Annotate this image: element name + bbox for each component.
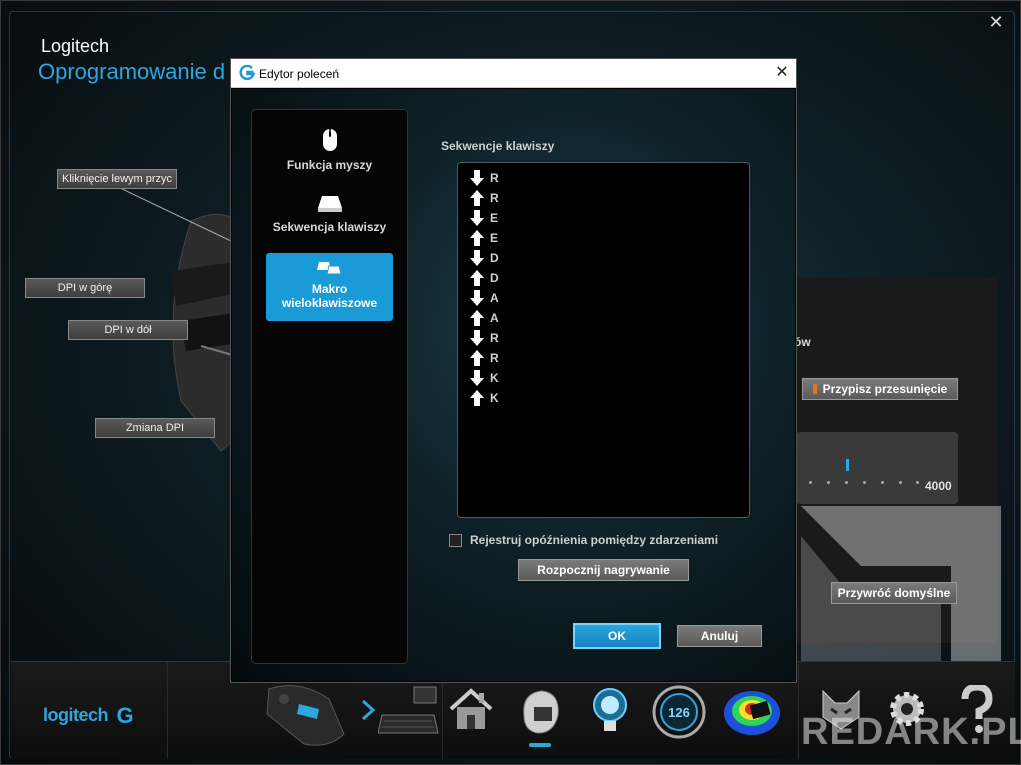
sequence-key-label: A [490,311,499,325]
brand-title: Logitech [41,36,110,56]
sequence-key-label: E [490,211,499,225]
key-down-arrow-icon [470,370,484,386]
key-down-arrow-icon [470,210,484,226]
sequence-key-label: R [490,171,499,185]
ok-button[interactable]: OK [573,623,661,649]
sequence-row[interactable]: R [470,169,499,187]
key-up-arrow-icon [470,310,484,326]
dpi-slider-thumb[interactable] [846,459,849,471]
logitech-g-icon [239,65,255,81]
dialog-close-button[interactable]: ✕ [772,63,792,83]
logitech-logo: logitech G [43,703,134,729]
key-up-arrow-icon [470,190,484,206]
sequence-key-label: R [490,331,499,345]
slider-tick [809,481,812,484]
key-up-arrow-icon [470,230,484,246]
mouse-device-icon[interactable] [259,679,349,749]
record-delays-checkbox[interactable] [449,534,462,547]
gauge-value-label: 126 [668,705,690,720]
callout-left-click[interactable]: Kliknięcie lewym przyc [57,169,177,189]
key-icon [317,196,342,212]
app-window: ✕ Logitech Oprogramowanie d Kliknięcie l… [0,0,1021,765]
callout-dpi-down[interactable]: DPI w dół [68,320,188,340]
watermark-text: REDARK.PL [801,711,1021,753]
sequence-key-label: R [490,191,499,205]
taskbar-divider [167,661,168,759]
sequence-key-label: K [490,371,499,385]
sequence-key-label: K [490,391,499,405]
logo-text: logitech [43,705,109,725]
keyboard-device-icon[interactable] [378,685,440,737]
taskbar-divider [798,661,799,759]
sequence-row[interactable]: R [470,329,499,347]
nav-key-sequence[interactable]: Sekwencja klawiszy [266,194,393,244]
sequence-key-label: D [490,271,499,285]
sequence-row[interactable]: E [470,209,498,227]
sequence-key-label: D [490,251,499,265]
sequence-row[interactable]: E [470,229,498,247]
sequence-label: Sekwencje klawiszy [441,139,555,153]
nav-label: Funkcja myszy [286,158,373,172]
dialog-titlebar: Edytor poleceń ✕ [231,59,796,88]
assign-shift-label: Przypisz przesunięcie [822,382,948,396]
slider-tick [845,481,848,484]
slider-tick [916,481,919,484]
slider-tick [827,481,830,484]
nav-label: Sekwencja klawiszy [272,220,387,234]
key-down-arrow-icon [470,250,484,266]
slider-tick [899,481,902,484]
app-close-button[interactable]: ✕ [987,13,1005,31]
key-up-arrow-icon [470,390,484,406]
sequence-row[interactable]: A [470,309,499,327]
active-tab-indicator [529,743,551,747]
sequence-row[interactable]: D [470,249,499,267]
command-editor-dialog: Edytor poleceń ✕ Funkcja myszy Sekwencja… [230,58,797,683]
key-down-arrow-icon [470,170,484,186]
shift-indicator-icon [812,384,817,394]
cancel-button[interactable]: Anuluj [677,625,762,647]
mouse-icon [322,129,337,151]
sequence-row[interactable]: D [470,269,499,287]
command-type-nav: Funkcja myszy Sekwencja klawiszy Makro w… [251,109,408,664]
key-down-arrow-icon [470,290,484,306]
next-arrow-icon[interactable] [361,699,375,721]
slider-tick [863,481,866,484]
sequence-row[interactable]: K [470,389,499,407]
key-sequence-list[interactable]: RREEDDAARRKK [457,162,750,518]
lighting-icon[interactable] [587,685,633,737]
home-icon[interactable] [447,685,495,733]
key-down-arrow-icon [470,330,484,346]
sequence-key-label: E [490,231,499,245]
slider-tick [881,481,884,484]
customize-buttons-icon[interactable] [514,685,564,737]
sequence-key-label: A [490,291,499,305]
sequence-key-label: R [490,351,499,365]
dpi-slider-box [796,432,958,504]
callout-dpi-up[interactable]: DPI w górę [25,278,145,298]
sequence-row[interactable]: A [470,289,499,307]
nav-multi-key-macro[interactable]: Makro wieloklawiszowe [266,253,393,321]
sequence-row[interactable]: K [470,369,499,387]
assign-shift-button[interactable]: Przypisz przesunięcie [802,378,958,400]
start-recording-button[interactable]: Rozpocznij nagrywanie [518,559,689,581]
heatmap-icon[interactable] [721,685,783,739]
logitech-g-icon: G [116,703,134,728]
callout-dpi-change[interactable]: Zmiana DPI [95,418,215,438]
multi-key-icon [316,262,342,275]
app-subtitle: Oprogramowanie d [38,59,226,84]
key-up-arrow-icon [470,350,484,366]
restore-defaults-button[interactable]: Przywróć domyślne [831,582,957,604]
sequence-row[interactable]: R [470,189,499,207]
dialog-title: Edytor poleceń [259,67,340,81]
record-delays-label: Rejestruj opóźnienia pomiędzy zdarzeniam… [470,533,719,547]
key-up-arrow-icon [470,270,484,286]
nav-mouse-function[interactable]: Funkcja myszy [266,128,393,178]
dpi-gauge-icon[interactable]: 126 [652,685,706,739]
callout-line [116,186,232,242]
slider-max-label: 4000 [925,479,952,493]
sequence-row[interactable]: R [470,349,499,367]
nav-label: Makro wieloklawiszowe [281,282,378,310]
